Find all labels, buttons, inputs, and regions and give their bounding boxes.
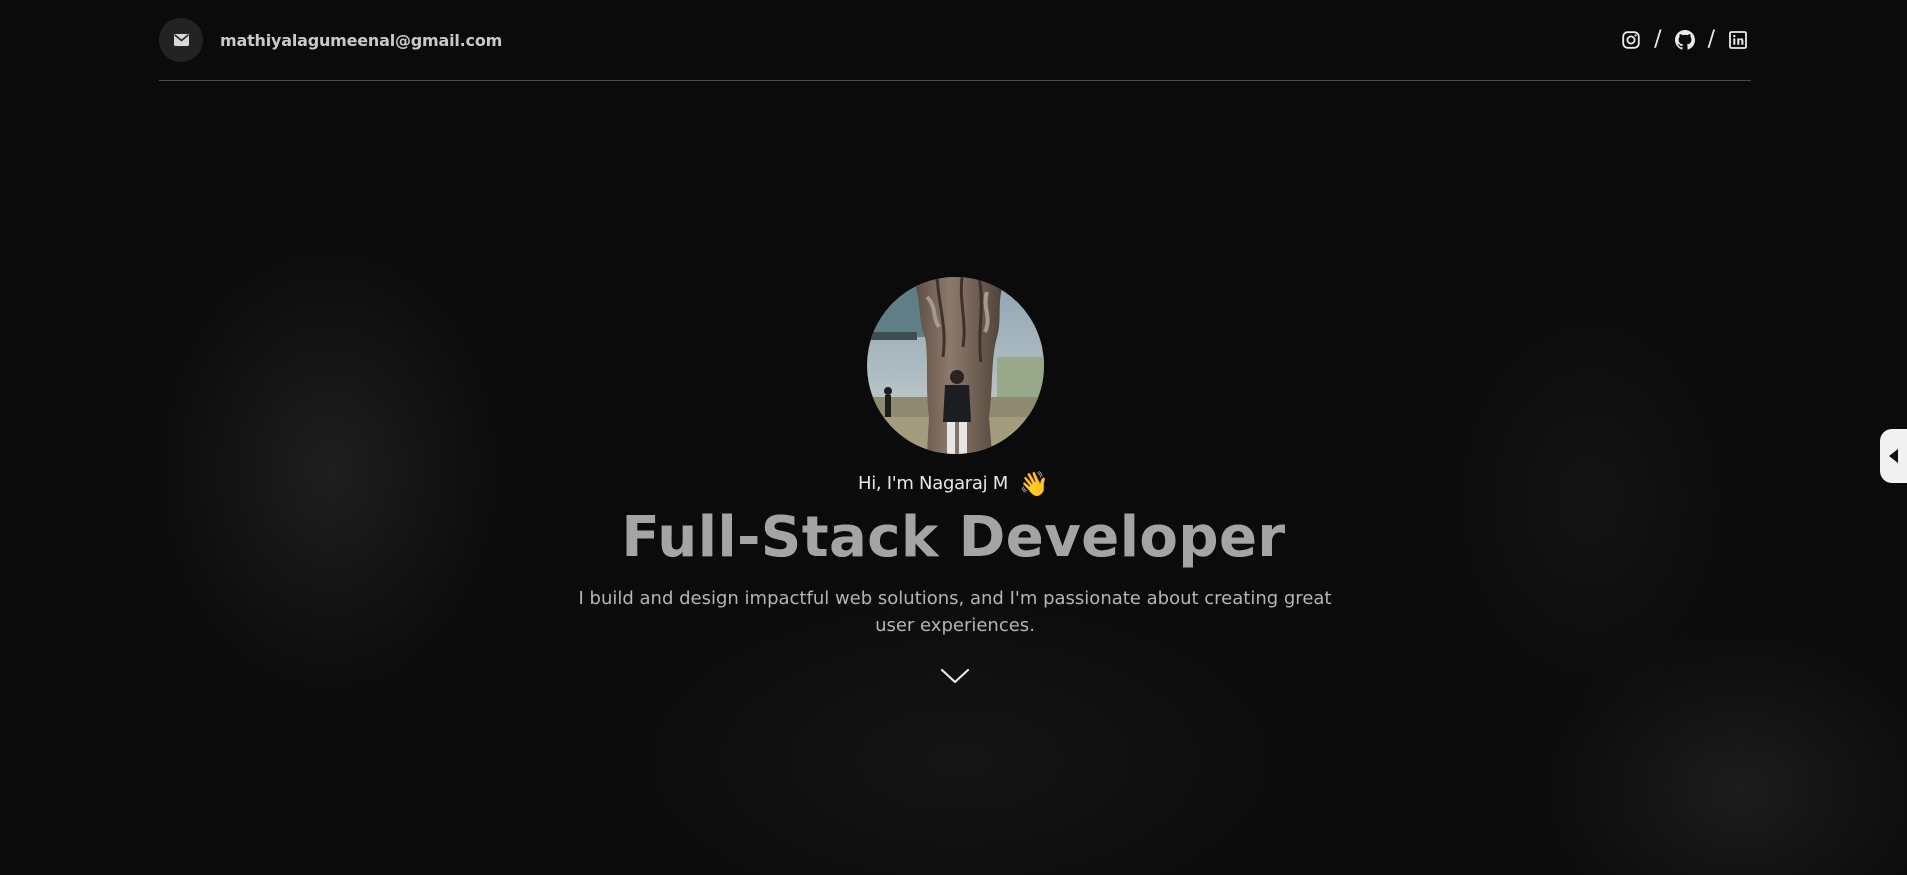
header-divider: [159, 80, 1751, 81]
portfolio-page: mathiyalagumeenal@gmail.com / / Hi, I'm …: [0, 0, 1907, 875]
linkedin-icon: [1729, 31, 1747, 49]
scroll-down-button[interactable]: [939, 664, 971, 688]
hero-description: I build and design impactful web solutio…: [578, 588, 1332, 636]
instagram-link[interactable]: [1620, 29, 1642, 51]
linkedin-link[interactable]: [1727, 29, 1749, 51]
greeting-text: Hi, I'm Nagaraj M: [857, 473, 1008, 494]
side-panel-toggle[interactable]: [1880, 429, 1907, 483]
mail-icon-badge[interactable]: [159, 18, 203, 62]
github-icon: [1674, 30, 1695, 50]
profile-photo: [867, 277, 1044, 454]
social-links: / /: [1620, 29, 1751, 51]
top-bar: mathiyalagumeenal@gmail.com / /: [159, 18, 1751, 62]
github-link[interactable]: [1674, 29, 1696, 51]
greeting: Hi, I'm Nagaraj M 👋: [0, 470, 1907, 498]
avatar: [867, 277, 1044, 454]
hero-title-text: Full-Stack Developer: [621, 505, 1286, 570]
envelope-icon: [173, 34, 189, 46]
email-contact[interactable]: mathiyalagumeenal@gmail.com: [159, 18, 502, 62]
instagram-icon: [1622, 31, 1640, 49]
chevron-down-icon: [940, 668, 970, 684]
separator: /: [1654, 27, 1662, 52]
caret-left-icon: [1888, 449, 1898, 463]
email-address[interactable]: mathiyalagumeenal@gmail.com: [220, 31, 502, 50]
separator: /: [1707, 27, 1715, 52]
hero-title: Full-Stack Developer: [0, 505, 1907, 570]
waving-hand-icon: 👋: [1019, 470, 1050, 498]
